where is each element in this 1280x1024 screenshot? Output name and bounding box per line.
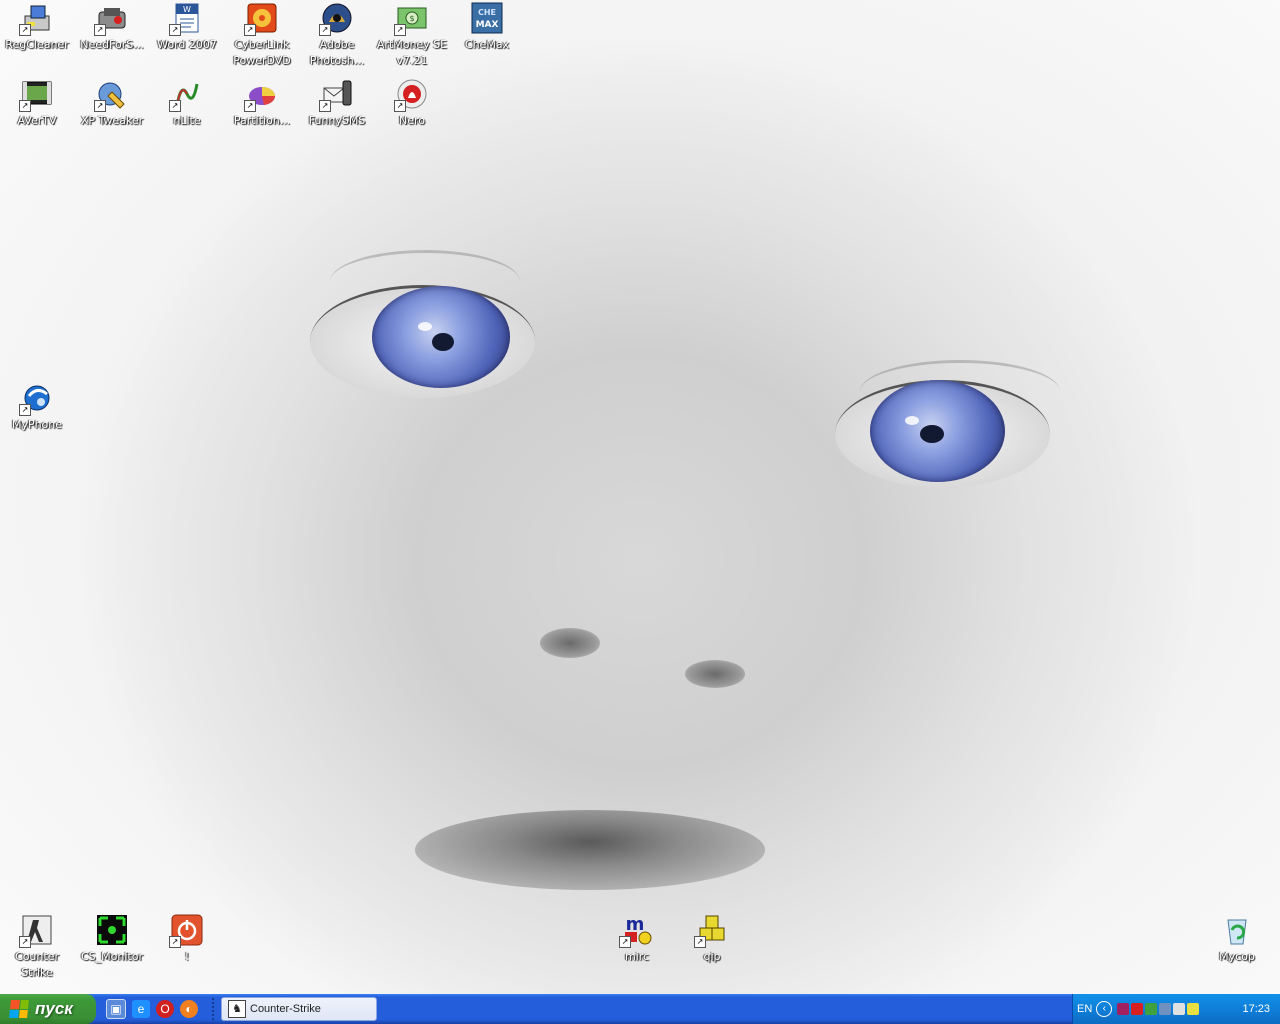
icon-label: MyPhone (11, 418, 63, 431)
system-tray: EN ‹ 17:23 (1072, 994, 1280, 1024)
svg-text:W: W (183, 5, 191, 14)
desktop-icon-funnysms[interactable]: ↗ FunnySMS (299, 78, 375, 129)
desktop-icon-shutdown[interactable]: ↗ ! (149, 914, 225, 965)
counter-strike-icon: ♞ (228, 1000, 246, 1018)
regcleaner-icon: ↗ (19, 2, 53, 36)
icon-label: Мусор (1219, 950, 1255, 963)
artmoney-icon: $ ↗ (394, 2, 428, 36)
icon-label: CheMax (464, 38, 510, 51)
opera-icon[interactable]: O (156, 1000, 174, 1018)
qip-icon: ↗ (694, 914, 728, 948)
quick-launch: ▣ e O ◐ (96, 999, 208, 1019)
partition-icon: ↗ (244, 78, 278, 112)
desktop-icon-nlite[interactable]: ↗ nLite (149, 78, 225, 129)
desktop-icon-word-2007[interactable]: W ↗ Word 2007 (149, 2, 225, 53)
mirc-icon: m ↗ (619, 914, 653, 948)
myphone-icon: ↗ (19, 382, 53, 416)
svg-text:m: m (626, 914, 645, 935)
icon-label: CS_Monitor (81, 950, 143, 963)
photoshop-icon: ↗ (319, 2, 353, 36)
desktop-icon-regcleaner[interactable]: ↗ RegCleaner (0, 2, 75, 53)
icon-label: Counter Strike (15, 950, 59, 979)
desktop-icon-powerdvd[interactable]: ↗ CyberLink PowerDVD (224, 2, 300, 69)
powerdvd-icon: ↗ (244, 2, 278, 36)
power-tray-icon[interactable] (1187, 1003, 1200, 1015)
desktop-icon-qip[interactable]: ↗ qip (674, 914, 750, 965)
icon-label: Adobe Photosh... (309, 38, 365, 67)
power-icon: ↗ (169, 914, 203, 948)
icon-label: ArtMoney SE v7.21 (376, 38, 448, 67)
desktop-icon-counter-strike[interactable]: ↗ Counter Strike (0, 914, 75, 981)
taskbar-button-counter-strike[interactable]: ♞ Counter-Strike (221, 997, 377, 1021)
windows-logo-icon (9, 1000, 29, 1018)
icon-label: Partition... (233, 114, 291, 127)
desktop-icon-photoshop[interactable]: ↗ Adobe Photosh... (299, 2, 375, 69)
desktop: ↗ RegCleaner ↗ NeedForS... W ↗ Word 2007… (0, 0, 1280, 994)
icon-label: Word 2007 (157, 38, 217, 51)
desktop-icon-mirc[interactable]: m ↗ mirc (599, 914, 675, 965)
icon-label: AVerTV (17, 114, 57, 127)
task-label: Counter-Strike (250, 1003, 321, 1015)
svg-text:$: $ (409, 14, 414, 23)
volume-icon[interactable] (1173, 1003, 1186, 1015)
wallpaper-lips (415, 810, 765, 890)
desktop-icon-partition[interactable]: ↗ Partition... (224, 78, 300, 129)
icon-label: Nero (398, 114, 425, 127)
wallpaper-nostril-left (540, 628, 600, 658)
counter-strike-icon: ↗ (19, 914, 53, 948)
desktop-icon-xp-tweaker[interactable]: ↗ XP Tweaker (74, 78, 150, 129)
avertv-icon: ↗ (19, 78, 53, 112)
wallpaper-glint-right (905, 416, 919, 425)
icon-label: XP Tweaker (80, 114, 144, 127)
language-indicator[interactable]: EN (1077, 1003, 1092, 1015)
chemax-icon: CHE MAX (471, 2, 503, 34)
show-desktop-icon[interactable]: ▣ (106, 999, 126, 1019)
show-hidden-icons-chevron-icon[interactable]: ‹ (1096, 1001, 1113, 1017)
icon-label: nLite (173, 114, 201, 127)
clock[interactable]: 17:23 (1242, 1003, 1270, 1015)
word-icon: W ↗ (169, 2, 203, 36)
funnysms-icon: ↗ (319, 78, 353, 112)
svg-text:CHE: CHE (478, 8, 496, 17)
need-for-speed-icon: ↗ (94, 2, 128, 36)
wallpaper-pupil-left (432, 333, 454, 351)
start-label: пуск (35, 999, 73, 1018)
xp-tweaker-icon: ↗ (94, 78, 128, 112)
start-button[interactable]: пуск (0, 994, 96, 1024)
desktop-icon-myphone[interactable]: ↗ MyPhone (0, 382, 75, 433)
desktop-icon-nero[interactable]: ↗ Nero (374, 78, 450, 129)
desktop-icon-recycle-bin[interactable]: Мусор (1199, 914, 1275, 965)
desktop-icon-chemax[interactable]: CHE MAX CheMax (449, 2, 525, 53)
network-disconnected-icon[interactable] (1131, 1003, 1144, 1015)
desktop-icon-need-for-speed[interactable]: ↗ NeedForS... (74, 2, 150, 53)
icon-label: FunnySMS (308, 114, 366, 127)
wallpaper-pupil-right (920, 425, 944, 443)
icon-label: mirc (624, 950, 650, 963)
taskbar: пуск ▣ e O ◐ ♞ Counter-Strike EN ‹ 17:23 (0, 994, 1280, 1024)
desktop-icon-avertv[interactable]: ↗ AVerTV (0, 78, 75, 129)
taskbar-grip[interactable] (212, 998, 217, 1020)
wallpaper-nostril-right (685, 660, 745, 688)
icon-label: RegCleaner (5, 38, 69, 51)
desktop-icon-artmoney[interactable]: $ ↗ ArtMoney SE v7.21 (374, 2, 450, 69)
wallpaper-glint-left (418, 322, 432, 331)
firefox-icon[interactable]: ◐ (180, 1000, 198, 1018)
desktop-icon-cs-monitor[interactable]: CS_Monitor (74, 914, 150, 965)
icon-label: CyberLink PowerDVD (233, 38, 291, 67)
svg-text:MAX: MAX (476, 20, 499, 30)
nero-icon: ↗ (394, 78, 428, 112)
security-icon[interactable] (1145, 1003, 1158, 1015)
cs-monitor-icon (96, 914, 128, 946)
tray-app-icon[interactable] (1117, 1003, 1130, 1015)
network-icon[interactable] (1159, 1003, 1172, 1015)
icon-label: qip (703, 950, 721, 963)
icon-label: ! (184, 950, 190, 963)
icon-label: NeedForS... (80, 38, 144, 51)
recycle-bin-icon (1221, 914, 1253, 946)
internet-explorer-icon[interactable]: e (132, 1000, 150, 1018)
nlite-icon: ↗ (169, 78, 203, 112)
